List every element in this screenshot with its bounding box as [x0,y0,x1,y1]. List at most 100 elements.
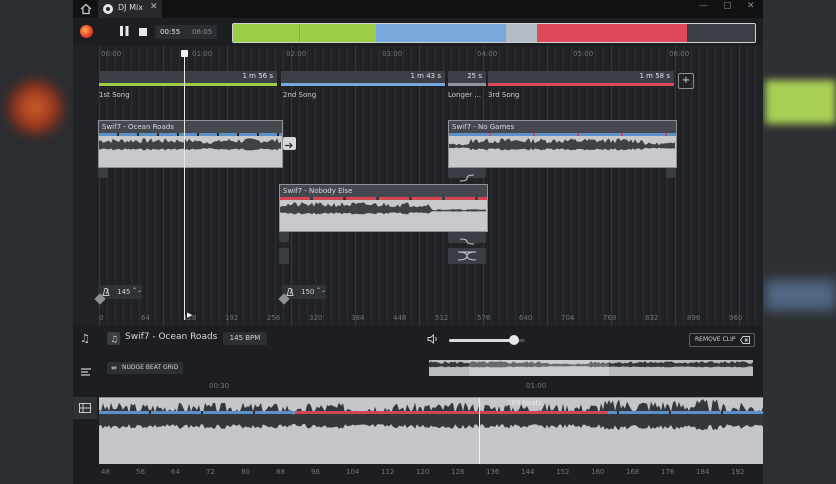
editor-beat-tick: 128 [451,468,465,476]
track-thumbnail-icon: ♫ [107,332,120,345]
grid-line [667,46,668,326]
song-bar-3[interactable]: 25 s [448,71,486,86]
grid-line [723,46,724,326]
crossfade-arrow-button[interactable] [283,137,296,150]
backspace-icon [740,336,750,344]
editor-beat-tick: 88 [276,468,285,476]
beat-tick: 896 [687,314,701,322]
grid-line [219,46,220,326]
clip-header: Swif7 - Ocean Roads [99,121,282,133]
grid-line [123,46,124,326]
overview-segment-transition [506,24,537,42]
stop-icon[interactable] [139,28,147,36]
home-icon[interactable] [79,2,93,16]
beat-tick: 832 [645,314,659,322]
playhead[interactable] [184,52,185,320]
bpm-control[interactable]: 150 ⌃⌄ [282,285,326,299]
waveform-view-tab[interactable] [73,397,97,419]
playhead-handle[interactable] [181,50,188,57]
track-bpm: 145 BPM [223,332,267,345]
volume-icon[interactable] [427,334,439,344]
clip-handle[interactable] [666,168,676,178]
clip-handle[interactable] [279,232,289,242]
clip-minimap[interactable] [429,360,753,376]
song-name-2: 2nd Song [283,91,317,99]
grid-line [507,46,508,326]
remove-clip-label: REMOVE CLIP [695,336,736,343]
grid-line [179,46,180,326]
beat-tick: 640 [519,314,533,322]
minimize-button[interactable]: — [699,1,708,11]
minimap-viewport[interactable] [469,360,609,376]
editor-beat-tick: 152 [556,468,570,476]
beat-tick: 512 [435,314,449,322]
editor-beat-tick: 176 [661,468,675,476]
clip-handle[interactable] [98,168,108,178]
mix-overview-bar[interactable] [232,23,756,43]
beat-tick: 320 [309,314,323,322]
remove-clip-button[interactable]: REMOVE CLIP [689,333,755,347]
grid-line [603,46,604,326]
clip-nobody-else[interactable]: Swif7 - Nobody Else [279,184,488,232]
beat-tick: 64 [141,314,150,322]
zoomed-waveform[interactable] [99,397,763,464]
beat-tick: 960 [729,314,743,322]
crossfade-icon [457,251,477,261]
fade-in-button[interactable] [448,168,486,182]
editor-time-tick: 00:30 [209,382,230,390]
song-bar-4[interactable]: 1 m 58 s [488,71,674,86]
maximize-button[interactable]: ▢ [723,1,732,11]
beats-count: 289 beats [507,399,543,407]
song-bar-2[interactable]: 1 m 43 s [281,71,445,86]
clip-title: Swif7 - Ocean Roads [102,123,174,131]
song-name-4: 3rd Song [488,91,520,99]
grid-line [243,46,244,326]
editor-time-tick: 01:00 [526,382,547,390]
time-display: 00:55 06:05 [155,25,217,39]
beat-tick: 768 [603,314,617,322]
stepper-icon[interactable]: ⌃⌄ [132,287,142,294]
editor-beat-selection [295,411,608,414]
tab-dj-mix[interactable]: DJ Mix ✕ [98,0,162,18]
close-window-button[interactable]: ✕ [747,1,755,11]
clip-header: Swif7 - Nobody Else [280,185,487,197]
fade-out-button[interactable] [448,232,486,245]
music-note-icon[interactable]: ♫ [80,332,92,345]
volume-knob[interactable] [509,335,520,345]
play-marker-icon: ▶ [187,311,193,319]
clip-header: Swif7 - No Games [449,121,676,133]
grid-line [707,46,708,326]
time-tick: 00:00 [101,50,122,58]
song-bar-1[interactable]: 1 m 56 s [99,71,277,86]
list-icon[interactable] [80,366,92,378]
grid-line [531,46,532,326]
grid-line [611,46,612,326]
nudge-beat-grid-button[interactable]: ⇹ NUDGE BEAT GRID [107,362,183,374]
crossfade-button[interactable] [448,248,486,264]
grid-line [139,46,140,326]
timeline-area[interactable]: 00:00 01:00 02:00 03:00 04:00 05:00 06:0… [73,46,763,326]
clip-no-games[interactable]: Swif7 - No Games [448,120,677,168]
arrow-right-icon [285,142,293,149]
clip-ocean-roads[interactable]: Swif7 - Ocean Roads [98,120,283,168]
grid-line [755,46,756,326]
pause-icon[interactable] [120,26,129,36]
grid-line [747,46,748,326]
editor-playhead[interactable] [479,398,480,464]
app-tab-icon [103,4,113,14]
volume-slider[interactable] [449,335,525,345]
editor-beat-tick: 136 [486,468,500,476]
bpm-control[interactable]: 145 ⌃⌄ [98,285,142,299]
grid-line [643,46,644,326]
editor-beat-tick: 64 [171,468,180,476]
grid-line [171,46,172,326]
dj-mix-window: DJ Mix ✕ — ▢ ✕ 00:55 06:05 00:00 01:00 0… [73,0,763,484]
bpm-value: 150 [301,288,315,296]
stepper-icon[interactable]: ⌃⌄ [316,287,326,294]
clip-handle[interactable] [279,248,289,264]
overview-segment-song3 [537,24,687,42]
add-song-button[interactable]: + [678,73,694,89]
tab-close-icon[interactable]: ✕ [150,2,158,12]
grid-line [587,46,588,326]
fade-curve-icon [459,174,475,182]
